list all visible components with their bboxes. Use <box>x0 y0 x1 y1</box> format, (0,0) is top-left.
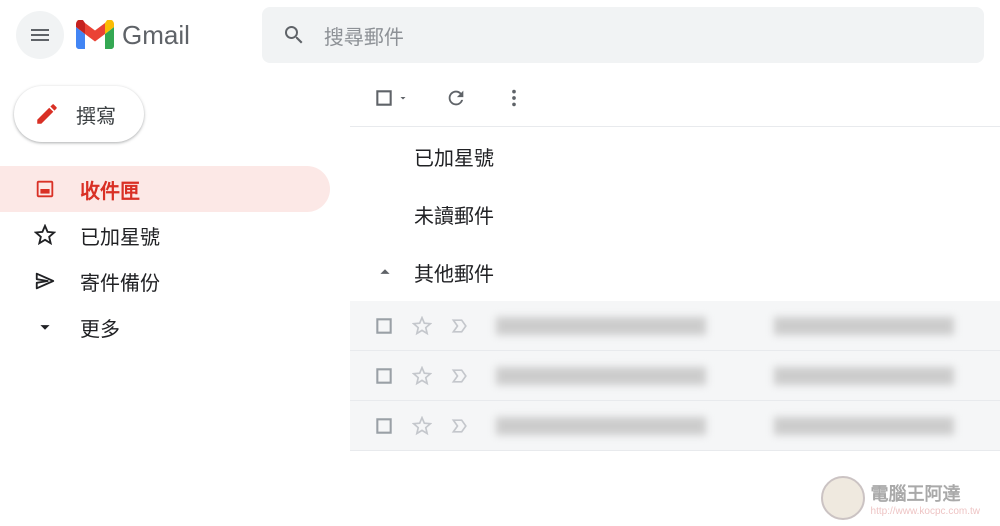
inbox-icon <box>34 178 64 200</box>
chevron-down-icon <box>34 316 64 338</box>
dropdown-arrow-icon <box>397 92 409 104</box>
sidebar-item-label: 更多 <box>80 313 120 342</box>
mail-list <box>350 301 1000 451</box>
mail-row[interactable] <box>350 301 1000 351</box>
search-placeholder: 搜尋郵件 <box>324 21 404 50</box>
mail-row[interactable] <box>350 401 1000 451</box>
checkbox-icon[interactable] <box>374 416 394 436</box>
mail-sender <box>496 417 706 435</box>
checkbox-icon[interactable] <box>374 316 394 336</box>
mail-sender <box>496 317 706 335</box>
mail-subject <box>774 367 954 385</box>
star-icon <box>34 224 64 246</box>
select-all-checkbox[interactable] <box>374 88 409 108</box>
hamburger-icon <box>28 23 52 47</box>
importance-icon[interactable] <box>450 366 470 386</box>
main-menu-button[interactable] <box>16 11 64 59</box>
search-icon <box>282 23 306 47</box>
mail-sender <box>496 367 706 385</box>
sidebar-item-starred[interactable]: 已加星號 <box>0 212 330 258</box>
mail-subject <box>774 317 954 335</box>
sidebar-item-sent[interactable]: 寄件備份 <box>0 258 330 304</box>
sidebar-item-label: 已加星號 <box>80 221 160 250</box>
sidebar: 撰寫 收件匣 已加星號 寄件備份 更多 <box>0 70 350 526</box>
chevron-up-icon <box>374 261 396 283</box>
section-label: 其他郵件 <box>414 258 494 287</box>
pencil-icon <box>34 101 60 127</box>
importance-icon[interactable] <box>450 416 470 436</box>
send-icon <box>34 270 64 292</box>
checkbox-icon <box>374 88 394 108</box>
mail-row[interactable] <box>350 351 1000 401</box>
main-panel: 已加星號 未讀郵件 其他郵件 <box>350 70 1000 526</box>
more-options-button[interactable] <box>503 87 525 109</box>
checkbox-icon[interactable] <box>374 366 394 386</box>
mail-subject <box>774 417 954 435</box>
gmail-logo-icon <box>76 20 114 50</box>
star-icon[interactable] <box>412 416 432 436</box>
star-icon[interactable] <box>412 366 432 386</box>
importance-icon[interactable] <box>450 316 470 336</box>
gmail-logo[interactable]: Gmail <box>76 20 190 51</box>
sidebar-item-label: 寄件備份 <box>80 267 160 296</box>
sidebar-item-more[interactable]: 更多 <box>0 304 330 350</box>
refresh-button[interactable] <box>445 87 467 109</box>
section-unread[interactable]: 未讀郵件 <box>350 185 1000 243</box>
section-other[interactable]: 其他郵件 <box>350 243 1000 301</box>
section-starred[interactable]: 已加星號 <box>350 127 1000 185</box>
section-label: 未讀郵件 <box>414 200 494 229</box>
section-label: 已加星號 <box>414 142 494 171</box>
sidebar-item-label: 收件匣 <box>80 175 140 204</box>
search-bar[interactable]: 搜尋郵件 <box>262 7 984 63</box>
compose-button[interactable]: 撰寫 <box>14 86 144 142</box>
star-icon[interactable] <box>412 316 432 336</box>
sidebar-item-inbox[interactable]: 收件匣 <box>0 166 330 212</box>
kebab-icon <box>503 87 525 109</box>
compose-label: 撰寫 <box>76 100 116 129</box>
app-name: Gmail <box>122 20 190 51</box>
refresh-icon <box>445 87 467 109</box>
